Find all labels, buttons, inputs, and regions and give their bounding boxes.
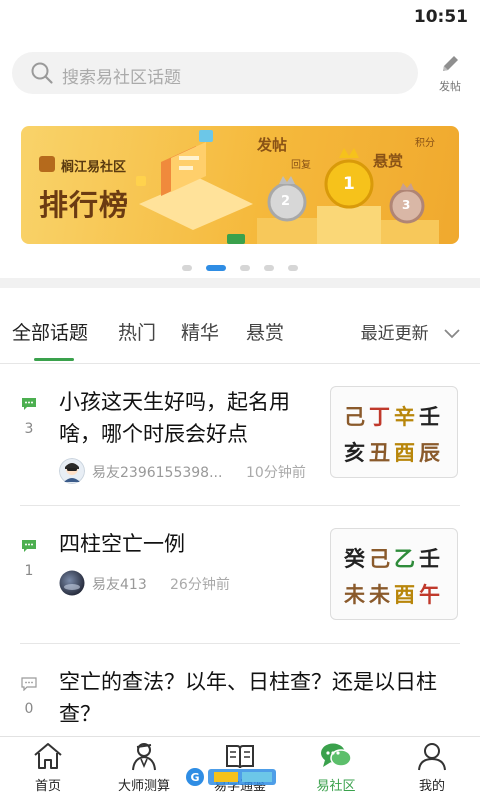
post-button-label: 发帖 [439,80,461,93]
comment-icon [21,677,37,691]
list-item[interactable]: 1 四柱空亡一例 易友413 26分钟前 癸己乙壬 未未酉午 [0,506,480,644]
bazi-char: 丑 [369,441,392,465]
bazi-char: 亥 [344,441,367,465]
medal-2-label: 2 [281,194,291,209]
bazi-char: 己 [344,405,367,429]
nav-master-label: 大师测算 [117,779,170,794]
search-placeholder: 搜索易社区话题 [62,68,181,88]
nav-community-label: 易社区 [316,779,356,794]
bazi-char: 辛 [394,405,417,429]
tab-featured[interactable]: 精华 [181,318,219,345]
svg-text:G: G [190,771,199,784]
banner-label-post: 发帖 [257,136,288,154]
bazi-char: 未 [369,583,392,607]
avatar [59,570,85,596]
carousel-dot[interactable] [240,264,250,271]
bazi-char: 酉 [394,583,417,607]
post-time: 26分钟前 [170,577,230,593]
comment-icon [22,540,36,552]
search-input[interactable]: 搜索易社区话题 [12,52,418,94]
list-item[interactable]: 3 小孩这天生好吗，起名用啥，哪个时辰会好点 易友2396155398... 1… [0,364,480,506]
tab-active-indicator [34,358,74,361]
bazi-char: 丁 [369,405,392,429]
post-meta: 易友2396155398... 10分钟前 [59,458,329,484]
carousel-dot[interactable] [288,264,298,271]
ranking-banner[interactable]: 榈江易社区 排行榜 发帖 回复 悬赏 积分 2 1 3 [21,126,459,244]
carousel-dot[interactable] [206,264,226,271]
tab-reward[interactable]: 悬赏 [246,318,284,345]
comment-count: 0 [24,701,34,717]
carousel-indicator [0,257,480,271]
bazi-char: 己 [369,547,392,571]
comment-count: 1 [24,563,34,579]
status-bar: 10:51 [0,0,480,34]
nav-profile[interactable]: 我的 [384,741,480,794]
sort-dropdown[interactable]: 最近更新 [361,319,460,344]
post-title[interactable]: 小孩这天生好吗，起名用啥，哪个时辰会好点 [59,386,329,450]
bazi-char: 未 [344,583,367,607]
nav-home[interactable]: 首页 [0,741,96,794]
bazi-char: 乙 [394,547,417,571]
bazi-char: 癸 [344,547,367,571]
bazi-card: 癸己乙壬 未未酉午 [330,528,458,620]
community-icon [321,743,352,767]
author-name: 易友2396155398... [92,465,223,481]
post-button[interactable]: 发帖 [430,52,470,98]
search-row: 搜索易社区话题 发帖 [0,44,480,104]
sort-label: 最近更新 [360,324,429,344]
chevron-down-icon [444,329,460,339]
profile-icon [418,743,446,771]
pencil-icon [443,56,458,71]
bazi-branches-row: 未未酉午 [343,579,443,609]
comment-count: 3 [24,421,34,437]
bazi-char: 酉 [394,441,417,465]
bazi-card: 己丁辛壬 亥丑酉辰 [330,386,458,478]
avatar [59,458,85,484]
post-time: 10分钟前 [246,465,306,481]
nav-profile-label: 我的 [418,779,445,794]
tab-hot[interactable]: 热门 [118,318,156,345]
post-title[interactable]: 空亡的查法？以年、日柱查？还是以日柱查？ [59,666,459,730]
banner-illustration [136,130,439,244]
comment-icon [22,398,36,410]
post-title[interactable]: 四柱空亡一例 [59,528,329,560]
search-icon [31,62,53,84]
medal-3-label: 3 [402,198,411,212]
nav-home-label: 首页 [34,779,61,794]
bazi-char: 壬 [419,405,442,429]
banner-label-points: 积分 [415,138,435,149]
nav-community[interactable]: 易社区 [288,741,384,794]
watermark-logo: G [186,768,276,786]
medal-1-label: 1 [343,174,355,194]
list-item[interactable]: 0 空亡的查法？以年、日柱查？还是以日柱查？ [0,644,480,736]
tab-all-topics[interactable]: 全部话题 [12,318,88,345]
carousel-dot[interactable] [264,264,274,271]
topic-tabs: 全部话题 热门 精华 悬赏 最近更新 [0,298,480,364]
author-name: 易友413 [92,577,147,593]
carousel-dot[interactable] [182,264,192,271]
bazi-stems-row: 癸己乙壬 [343,543,443,573]
banner-label-reward: 悬赏 [373,152,404,170]
bazi-char: 壬 [419,547,442,571]
banner-label-reply: 回复 [291,160,311,171]
nav-master[interactable]: 大师测算 [96,741,192,794]
bazi-stems-row: 己丁辛壬 [343,401,443,431]
post-meta: 易友413 26分钟前 [59,570,329,596]
bazi-branches-row: 亥丑酉辰 [343,437,443,467]
master-icon [132,743,156,771]
status-time: 10:51 [413,7,468,27]
bazi-char: 辰 [419,441,442,465]
section-divider [0,278,480,288]
bazi-char: 午 [419,583,442,607]
home-icon [34,743,62,769]
